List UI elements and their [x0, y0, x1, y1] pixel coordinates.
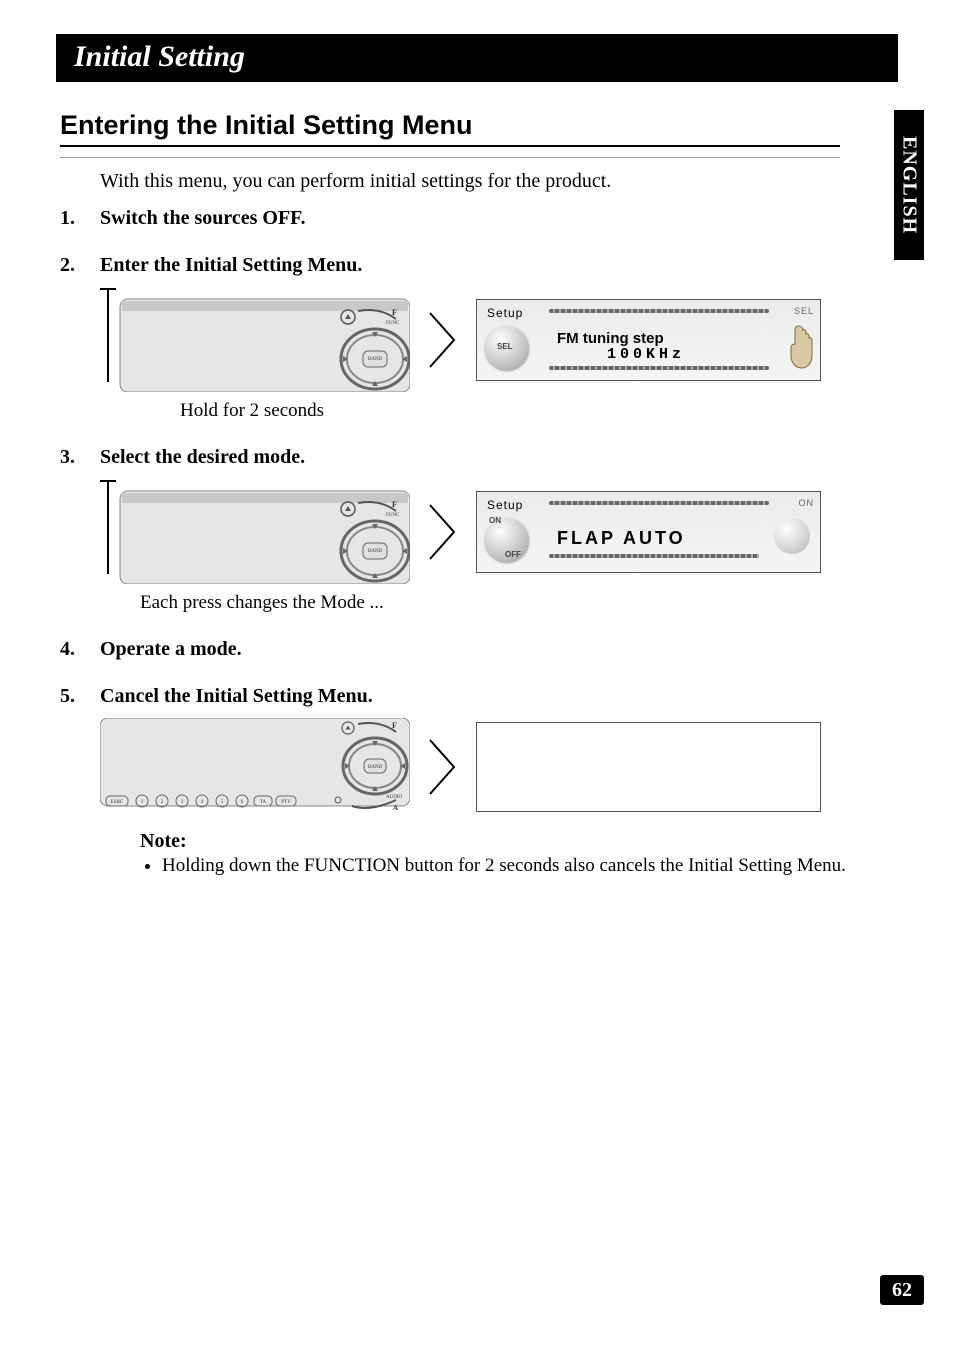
arrow-icon	[428, 738, 458, 796]
svg-text:TA: TA	[260, 800, 267, 805]
display-screen-blank	[476, 722, 821, 812]
note-item: Holding down the FUNCTION button for 2 s…	[162, 855, 894, 877]
language-tab: ENGLISH	[894, 110, 924, 260]
chapter-title: Initial Setting	[56, 34, 898, 82]
step-1-title: Switch the sources OFF.	[100, 207, 306, 229]
svg-text:PTY: PTY	[281, 800, 291, 805]
svg-text:FUNC: FUNC	[386, 513, 400, 518]
display-screen-fm: Setup SEL FM tuning step 100KHz SEL	[476, 299, 821, 381]
lcd-flap-text: FLAP AUTO	[557, 528, 686, 549]
arrow-icon	[428, 503, 458, 561]
svg-text:ESRC: ESRC	[111, 800, 124, 805]
lcd-setup-label: Setup	[487, 306, 523, 320]
note-title: Note:	[140, 830, 894, 853]
section-title: Entering the Initial Setting Menu	[60, 110, 840, 147]
device-panel-top-2: F FUNC BAND	[100, 479, 410, 584]
step-2: Enter the Initial Setting Menu. F FUNC	[60, 254, 894, 422]
knob-sel-label: SEL	[497, 342, 513, 351]
page-number: 62	[880, 1275, 924, 1305]
display-screen-flap: Setup ON OFF FLAP AUTO ON	[476, 491, 821, 573]
step-2-title: Enter the Initial Setting Menu.	[100, 254, 362, 276]
lcd-setup-label: Setup	[487, 498, 523, 512]
lcd-line1: FM tuning step	[557, 330, 664, 347]
right-knob-icon	[774, 518, 810, 554]
svg-text:A: A	[393, 804, 398, 812]
svg-text:AUDIO: AUDIO	[386, 795, 402, 800]
lcd-right-label: SEL	[794, 306, 814, 316]
step-3-title: Select the desired mode.	[100, 446, 305, 468]
step-5: Cancel the Initial Setting Menu. F BAND	[60, 685, 894, 877]
step-3: Select the desired mode. F FUNC BAND	[60, 446, 894, 614]
knob-off-label: OFF	[505, 550, 521, 559]
knob-on-label: ON	[489, 516, 501, 525]
lcd-line2: 100KHz	[607, 346, 685, 363]
step-2-caption: Hold for 2 seconds	[180, 400, 894, 422]
device-panel-bottom: F BAND ESRC 1 2 3 4	[100, 718, 410, 816]
arrow-icon	[428, 311, 458, 369]
svg-text:BAND: BAND	[368, 549, 383, 554]
step-3-caption: Each press changes the Mode ...	[140, 592, 894, 614]
svg-text:F: F	[392, 500, 397, 509]
section-underline	[60, 157, 840, 158]
svg-text:FUNC: FUNC	[386, 321, 400, 326]
intro-text: With this menu, you can perform initial …	[100, 170, 894, 193]
svg-text:F: F	[392, 721, 397, 730]
device-panel-top: F FUNC BAND	[100, 287, 410, 392]
svg-text:BAND: BAND	[368, 357, 383, 362]
lcd-right-label: ON	[799, 498, 815, 508]
hand-pointer-icon	[786, 322, 814, 370]
svg-text:F: F	[392, 308, 397, 317]
step-4-title: Operate a mode.	[100, 638, 242, 660]
svg-text:BAND: BAND	[368, 765, 383, 770]
step-4: Operate a mode.	[60, 638, 894, 661]
step-1: Switch the sources OFF.	[60, 207, 894, 230]
step-5-title: Cancel the Initial Setting Menu.	[100, 685, 373, 707]
